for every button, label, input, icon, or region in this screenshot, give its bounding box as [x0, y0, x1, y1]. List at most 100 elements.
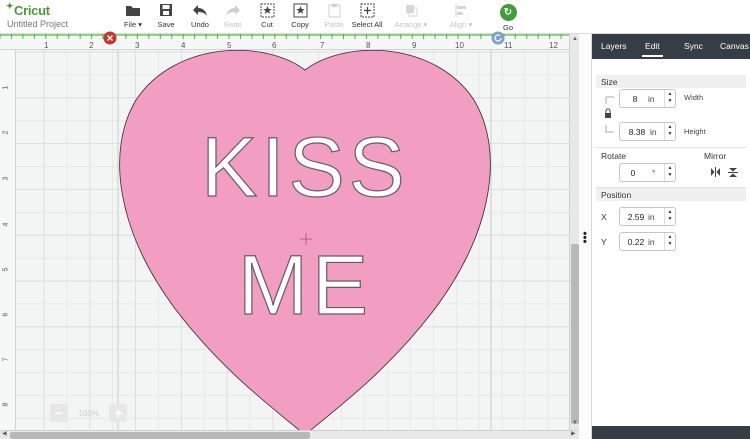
canvas-grid: KISS ME — [16, 50, 571, 430]
rotate-label: Rotate — [601, 151, 627, 161]
tab-sync[interactable]: Sync — [684, 41, 703, 51]
save-icon — [160, 4, 172, 16]
x-unit: in — [648, 212, 655, 222]
size-label: Size — [601, 77, 618, 87]
go-icon: ↻ — [499, 4, 517, 21]
ruler-top-9: 9 — [412, 41, 417, 50]
tab-canvas[interactable]: Canvas — [720, 41, 749, 51]
height-value: 8.38 — [628, 127, 646, 137]
left-ruler: 1 2 3 4 5 6 7 8 — [0, 50, 16, 430]
y-position-field[interactable]: 0.22 in ▲ ▼ — [619, 232, 676, 251]
tab-layers[interactable]: Layers — [601, 41, 627, 51]
rotate-stepper-icon[interactable]: ▲ ▼ — [664, 164, 675, 181]
ruler-left-1: 1 — [2, 85, 10, 90]
align-menu-button[interactable]: Align ▾ — [438, 3, 484, 29]
select-all-label: Select All — [351, 20, 383, 29]
align-icon — [455, 4, 466, 17]
ruler-left-2: 2 — [2, 130, 10, 135]
redo-icon — [226, 5, 240, 16]
lock-ratio-icon[interactable] — [603, 95, 615, 135]
y-label: Y — [601, 237, 607, 247]
folder-icon — [126, 6, 140, 16]
size-header-bg — [596, 75, 746, 88]
ruler-top-10: 10 — [455, 41, 464, 50]
horizontal-scrollbar[interactable]: ◀ ▶ — [0, 430, 580, 439]
rotate-field[interactable]: 0 ° ▲ ▼ — [619, 163, 676, 182]
ruler-tick-strip — [0, 34, 571, 39]
panel-tabs: Layers Edit Sync Canvas — [592, 34, 750, 59]
cut-icon — [260, 3, 274, 18]
y-unit: in — [648, 237, 655, 247]
arrange-menu-button[interactable]: Arrange ▾ — [388, 3, 434, 29]
vertical-scrollbar[interactable]: ▲ ▼ — [569, 34, 579, 430]
ruler-left-8: 8 — [2, 402, 10, 407]
zoom-in-button[interactable]: + — [109, 404, 128, 422]
mirror-label: Mirror — [704, 151, 727, 161]
select-all-icon — [360, 3, 374, 18]
zoom-out-button[interactable]: − — [50, 404, 68, 422]
height-stepper-icon[interactable]: ▲ ▼ — [664, 123, 675, 140]
ruler-left-4: 4 — [2, 222, 10, 227]
select-all-button[interactable]: Select All — [344, 3, 390, 29]
zoom-control: − 100% + — [50, 404, 128, 422]
scroll-left-icon[interactable]: ◀ — [2, 430, 7, 437]
vertical-scroll-thumb[interactable] — [571, 244, 579, 424]
y-stepper-icon[interactable]: ▲ ▼ — [664, 233, 675, 250]
ruler-top-2: 2 — [89, 41, 94, 50]
position-label: Position — [601, 190, 632, 200]
ruler-top-3: 3 — [135, 41, 140, 50]
rotate-value: 0 — [630, 168, 636, 178]
scroll-right-icon[interactable]: ▶ — [571, 430, 576, 437]
x-value: 2.59 — [627, 212, 645, 222]
y-value: 0.22 — [627, 237, 645, 247]
ruler-left-7: 7 — [2, 357, 10, 362]
top-ruler: 1 2 3 4 5 6 7 8 9 10 11 12 — [0, 34, 571, 50]
width-label: Width — [684, 93, 704, 102]
ruler-left-5: 5 — [2, 267, 10, 272]
ruler-top-7: 7 — [320, 41, 325, 50]
flip-horizontal-icon[interactable] — [710, 167, 721, 177]
ruler-left-3: 3 — [2, 176, 10, 181]
panel-footer — [592, 426, 750, 439]
rotate-unit: ° — [652, 168, 656, 178]
undo-icon — [193, 5, 207, 16]
align-label: Align ▾ — [449, 20, 473, 29]
paste-icon — [328, 4, 340, 18]
kiss-text[interactable]: KISS — [201, 119, 408, 214]
ruler-left-6: 6 — [2, 312, 10, 317]
horizontal-scroll-thumb[interactable] — [10, 432, 310, 439]
x-stepper-icon[interactable]: ▲ ▼ — [664, 208, 675, 225]
edit-panel: Layers Edit Sync Canvas Size 8 in ▲ ▼ Wid… — [592, 34, 750, 439]
panel-splitter[interactable]: • • • — [579, 34, 592, 439]
ruler-top-8: 8 — [366, 41, 371, 50]
divider — [596, 147, 746, 148]
width-value: 8 — [632, 94, 638, 104]
width-stepper-icon[interactable]: ▲ ▼ — [664, 90, 675, 107]
delete-handle-icon[interactable] — [103, 31, 117, 45]
top-header: ✦ Cricut Untitled Project File ▾ Save Und… — [0, 0, 750, 34]
x-position-field[interactable]: 2.59 in ▲ ▼ — [619, 207, 676, 226]
copy-icon — [293, 3, 307, 18]
height-field[interactable]: 8.38 in ▲ ▼ — [619, 122, 676, 141]
ruler-top-12: 12 — [549, 41, 558, 50]
arrange-icon — [405, 5, 417, 17]
arrange-label: Arrange ▾ — [394, 20, 428, 29]
go-button[interactable]: ↻ Go — [485, 3, 531, 32]
ruler-top-5: 5 — [227, 41, 232, 50]
width-unit: in — [648, 94, 655, 104]
flip-vertical-icon[interactable] — [728, 167, 738, 178]
ruler-top-1: 1 — [44, 41, 49, 50]
tab-edit[interactable]: Edit — [642, 41, 663, 57]
ruler-top-4: 4 — [181, 41, 186, 50]
me-text[interactable]: ME — [237, 237, 372, 332]
rotate-handle-icon[interactable] — [491, 31, 505, 45]
project-name[interactable]: Untitled Project — [7, 19, 68, 29]
height-label: Height — [684, 127, 706, 136]
width-field[interactable]: 8 in ▲ ▼ — [619, 89, 676, 108]
grip-icon[interactable]: • • • — [583, 229, 587, 248]
design-canvas[interactable]: KISS ME — [16, 50, 571, 430]
zoom-value: 100% — [78, 408, 99, 418]
cricut-logo[interactable]: ✦ Cricut — [6, 1, 50, 18]
ruler-top-6: 6 — [272, 41, 277, 50]
ruler-top-11: 11 — [504, 41, 513, 50]
